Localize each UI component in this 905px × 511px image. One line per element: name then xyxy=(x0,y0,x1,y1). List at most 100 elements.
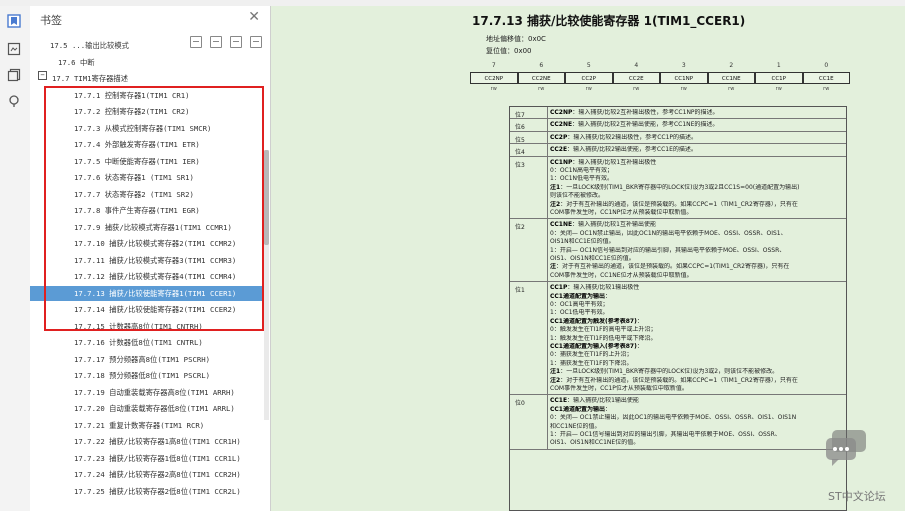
bookmark-item[interactable]: 17.7.14 捕获/比较使能寄存器2(TIM1 CCER2) xyxy=(30,302,266,317)
bit-number: 6 xyxy=(539,62,544,69)
bookmark-item-label: 17.7.9 捕获/比较模式寄存器1(TIM1 CCMR1) xyxy=(74,222,232,232)
bookmark-item-label: 17.7.19 自动重装载寄存器高8位(TIM1 ARRH) xyxy=(74,387,235,397)
bookmark-item[interactable]: 17.7.11 捕获/比较模式寄存器3(TIM1 CCMR3) xyxy=(30,253,266,268)
bookmark-item[interactable]: 17.6 中断 xyxy=(30,55,266,70)
description-line: CC1P：输入捕获/比较1输出极性 xyxy=(550,284,640,292)
description-line: CC1E：输入捕获/比较1输出使能 xyxy=(550,397,639,405)
bookmark-item-label: 17.7.6 状态寄存器1 (TIM1 SR1) xyxy=(74,173,194,182)
bit-description-row: 位4 CC2E：输入捕获/比较2输出使能，参考CC1E的描述。 xyxy=(510,144,846,157)
bit-description: CC2E：输入捕获/比较2输出使能，参考CC1E的描述。 xyxy=(550,144,844,154)
panel-title: 书签 xyxy=(40,14,62,27)
description-line: 0：关闭— OC1禁止输出，因此OC1的输出电平依赖于MOE、OSSI、OSSR… xyxy=(550,414,797,422)
bookmark-item[interactable]: 17.7.7 状态寄存器2 (TIM1 SR2) xyxy=(30,187,266,202)
description-line: 1：OC1N低电平有效。 xyxy=(550,175,614,183)
bookmark-item-label: 17.7.4 外部触发寄存器(TIM1 ETR) xyxy=(74,140,200,149)
bookmark-item[interactable]: 17.5 ...输出比较模式 xyxy=(30,38,266,53)
bookmark-item[interactable]: 17.7.8 事件产生寄存器(TIM1 EGR) xyxy=(30,203,266,218)
bit-access: rw xyxy=(680,86,687,92)
forum-logo-icon xyxy=(824,428,868,468)
bookmark-item-label: 17.7.16 计数器低8位(TIM1 CNTRL) xyxy=(74,338,203,347)
close-icon[interactable]: ✕ xyxy=(248,9,260,25)
description-line: 0：OC1N高电平有效； xyxy=(550,167,614,174)
bookmark-item[interactable]: 17.7.16 计数器低8位(TIM1 CNTRL) xyxy=(30,335,266,350)
description-line: CC1NE：输入捕获/比较1互补输出使能 xyxy=(550,221,656,229)
bit-position: 位5 xyxy=(510,131,548,144)
bookmark-item-label: 17.7.15 计数器高8位(TIM1 CNTRH) xyxy=(74,321,203,331)
bookmark-item-label: 17.7.3 从模式控制寄存器(TIM1 SMCR) xyxy=(74,123,212,133)
bookmark-item-label: 17.7.14 捕获/比较使能寄存器2(TIM1 CCER2) xyxy=(74,305,237,314)
description-line: COM事件发生时，CC1NP位才从预装载位中取新值。 xyxy=(550,209,693,217)
bookmark-item[interactable]: 17.7.10 捕获/比较模式寄存器2(TIM1 CCMR2) xyxy=(30,236,266,251)
bit-position: 位2 xyxy=(510,219,548,282)
bookmark-item-label: 17.7.13 捕获/比较使能寄存器1(TIM1 CCER1) xyxy=(74,288,237,298)
bookmark-item-label: 17.7.7 状态寄存器2 (TIM1 SR2) xyxy=(74,189,194,199)
collapse-toggle-icon[interactable]: − xyxy=(38,71,47,80)
bit-field-cell: CC1NP xyxy=(660,72,708,84)
bookmark-item[interactable]: 17.7.24 捕获/比较寄存器2高8位(TIM1 CCR2H) xyxy=(30,467,266,482)
bookmark-item-label: 17.7.23 捕获/比较寄存器1低8位(TIM1 CCR1L) xyxy=(74,453,241,463)
bit-description-row: 位6 CC2NE：输入捕获/比较2互补输出使能，参考CC1NE的描述。 xyxy=(510,119,846,132)
description-line: 注1：一旦LOCK级别(TIM1_BKR寄存器中的LOCK位)设为3或2，则该位… xyxy=(550,368,779,376)
bit-description-row: 位3 CC1NP：输入捕获/比较1互补输出极性 0：OC1N高电平有效； 1：OC1N… xyxy=(510,156,846,220)
bit-position: 位0 xyxy=(510,395,548,449)
bookmark-item[interactable]: 17.7.20 自动重装载寄存器低8位(TIM1 ARRL) xyxy=(30,401,266,416)
bookmark-item[interactable]: 17.7.22 捕获/比较寄存器1高8位(TIM1 CCR1H) xyxy=(30,434,266,449)
bit-description: CC2NE：输入捕获/比较2互补输出使能，参考CC1NE的描述。 xyxy=(550,119,844,129)
bookmark-item-label: 17.7.1 控制寄存器1(TIM1 CR1) xyxy=(74,90,190,100)
thumbnail-icon[interactable] xyxy=(7,42,21,56)
panel-scrollbar-thumb[interactable] xyxy=(264,150,269,245)
bit-access: rw xyxy=(633,86,640,92)
bookmark-item-label: 17.5 ...输出比较模式 xyxy=(50,41,129,50)
bookmark-item[interactable]: 17.7.25 捕获/比较寄存器2低8位(TIM1 CCR2L) xyxy=(30,484,266,499)
description-line: 则该位不能被修改。 xyxy=(550,192,605,200)
bookmark-item[interactable]: 17.7.12 捕获/比较模式寄存器4(TIM1 CCMR4) xyxy=(30,269,266,284)
bookmark-item[interactable]: 17.7.5 中断使能寄存器(TIM1 IER) xyxy=(30,154,266,169)
copy-pages-icon[interactable] xyxy=(7,68,21,82)
description-line: OIS1N和CC1E位的值。 xyxy=(550,238,615,246)
bookmark-item[interactable]: −17.7 TIM1寄存器描述 xyxy=(30,71,266,86)
description-line: 0：触发发生在TI1F的高电平或上升沿； xyxy=(550,326,657,334)
description-line: 0：OC1高电平有效； xyxy=(550,301,609,308)
description-line: CC1NP：输入捕获/比较1互补输出极性 xyxy=(550,158,657,166)
bookmark-item[interactable]: 17.7.2 控制寄存器2(TIM1 CR2) xyxy=(30,104,266,119)
bit-access: rw xyxy=(728,86,735,92)
bookmark-item-label: 17.7.12 捕获/比较模式寄存器4(TIM1 CCMR4) xyxy=(74,272,237,281)
bookmark-item[interactable]: 17.7.13 捕获/比较使能寄存器1(TIM1 CCER1) xyxy=(30,285,266,301)
bit-position: 位7 xyxy=(510,107,548,119)
section-title: 17.7.13 捕获/比较使能寄存器 1(TIM1_CCER1) xyxy=(472,14,746,28)
search-icon[interactable] xyxy=(7,94,21,108)
bit-field-cell: CC2NE xyxy=(517,72,565,84)
description-line: OIS1、OIS1N和CC1E位的值。 xyxy=(550,255,635,263)
bookmark-item-label: 17.7 TIM1寄存器描述 xyxy=(52,74,129,83)
bit-number: 2 xyxy=(729,62,734,69)
bookmark-item-label: 17.7.8 事件产生寄存器(TIM1 EGR) xyxy=(74,206,200,215)
bookmark-item[interactable]: 17.7.1 控制寄存器1(TIM1 CR1) xyxy=(30,88,266,103)
bit-access: rw xyxy=(538,86,545,92)
address-offset: 地址偏移值：0x0C xyxy=(486,35,546,43)
bookmark-item[interactable]: 17.7.4 外部触发寄存器(TIM1 ETR) xyxy=(30,137,266,152)
bit-description-row: 位1 CC1P：输入捕获/比较1输出极性 CC1通道配置为输出： 0：OC1高电平有效… xyxy=(510,282,846,396)
bit-access: rw xyxy=(823,86,830,92)
bookmark-item[interactable]: 17.7.3 从模式控制寄存器(TIM1 SMCR) xyxy=(30,121,266,136)
bookmark-item[interactable]: 17.7.23 捕获/比较寄存器1低8位(TIM1 CCR1L) xyxy=(30,451,266,466)
bookmark-item[interactable]: 17.7.6 状态寄存器1 (TIM1 SR1) xyxy=(30,170,266,185)
bit-access: rw xyxy=(490,86,497,92)
description-line: COM事件发生时，CC1NE位才从预装载位中取新值。 xyxy=(550,271,693,279)
bit-field-cell: CC1NE xyxy=(707,72,755,84)
bookmark-item[interactable]: 17.7.17 预分频器高8位(TIM1 PSCRH) xyxy=(30,352,266,367)
description-line: 1：捕获发生在TI1F的下降沿。 xyxy=(550,359,633,367)
bookmark-item-label: 17.7.10 捕获/比较模式寄存器2(TIM1 CCMR2) xyxy=(74,239,237,248)
description-line: CC1通道配置为触发(参考表87)： xyxy=(550,317,643,325)
bookmark-item[interactable]: 17.7.15 计数器高8位(TIM1 CNTRH) xyxy=(30,319,266,334)
bookmark-item[interactable]: 17.7.18 预分频器低8位(TIM1 PSCRL) xyxy=(30,368,266,383)
bookmark-icon[interactable] xyxy=(7,14,21,28)
bit-description: CC2P：输入捕获/比较2输出极性，参考CC1P的描述。 xyxy=(550,132,844,142)
bit-number: 7 xyxy=(491,62,496,69)
bookmark-item-label: 17.7.25 捕获/比较寄存器2低8位(TIM1 CCR2L) xyxy=(74,486,241,496)
bookmark-item[interactable]: 17.7.19 自动重装载寄存器高8位(TIM1 ARRH) xyxy=(30,385,266,400)
description-line: CC1通道配置为输入(参考表87)： xyxy=(550,343,643,351)
bit-field-cell: CC2P xyxy=(565,72,613,84)
bookmark-item[interactable]: 17.7.21 重复计数寄存器(TIM1 RCR) xyxy=(30,418,266,433)
bookmark-item[interactable]: 17.7.9 捕获/比较模式寄存器1(TIM1 CCMR1) xyxy=(30,220,266,235)
description-line: CC2E：输入捕获/比较2输出使能，参考CC1E的描述。 xyxy=(550,146,697,154)
